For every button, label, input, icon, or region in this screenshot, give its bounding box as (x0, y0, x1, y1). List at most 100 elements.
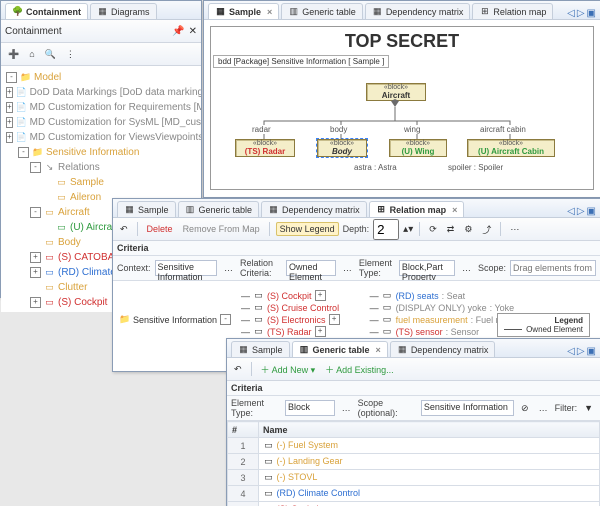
close-icon[interactable]: × (267, 7, 272, 17)
nav-left-icon[interactable]: ◁ (567, 346, 575, 357)
toggle-icon[interactable]: - (6, 72, 17, 83)
toggle-icon[interactable]: + (30, 252, 41, 263)
close-icon[interactable]: × (452, 205, 457, 215)
map-root[interactable]: 📁Sensitive Information- (119, 314, 231, 325)
clear-button[interactable]: ⊘ (518, 402, 532, 415)
map-node[interactable]: — ▭(S) Electronics + (241, 314, 340, 325)
scope-input[interactable]: Sensitive Information (421, 400, 514, 416)
tab-sample[interactable]: ▦Sample (231, 341, 290, 357)
show-legend-button[interactable]: Show Legend (276, 222, 339, 236)
table-row[interactable]: 5▭ (S) Cockpit (228, 502, 600, 506)
toggle-icon[interactable]: + (6, 102, 13, 113)
remove-from-map-button[interactable]: Remove From Map (180, 223, 263, 235)
add-new-button[interactable]: ＋ Add New ▾ (258, 362, 319, 377)
map-node[interactable]: — ▭(RD) seats : Seat (370, 290, 551, 301)
back-icon[interactable]: ↶ (231, 363, 245, 376)
relation-input[interactable]: Owned Element (286, 260, 336, 276)
tab-dependency-matrix[interactable]: ▦Dependency matrix (261, 201, 367, 217)
collapse-icon[interactable]: - (220, 314, 231, 325)
toggle-icon[interactable]: - (18, 147, 29, 158)
tab-sample[interactable]: ▦Sample× (208, 3, 279, 19)
home-icon[interactable]: ⌂ (26, 48, 37, 60)
tab-dependency-matrix[interactable]: ▦Dependency matrix (365, 3, 471, 19)
maximize-icon[interactable]: ▣ (587, 346, 596, 357)
stepper-icon[interactable]: ▴▾ (403, 224, 413, 235)
pin-icon[interactable]: 📌 (172, 26, 184, 37)
close-icon[interactable]: ✕ (189, 26, 197, 37)
nav-left-icon[interactable]: ◁ (567, 206, 575, 217)
toggle-icon[interactable]: + (30, 297, 41, 308)
add-existing-button[interactable]: ＋ Add Existing... (322, 362, 397, 377)
tab-diagrams[interactable]: ▦Diagrams (90, 3, 157, 19)
table-row[interactable]: 1▭ (-) Fuel System (228, 438, 600, 454)
toggle-icon[interactable]: + (6, 132, 13, 143)
delete-button[interactable]: Delete (144, 223, 176, 235)
table-row[interactable]: 4▭ (RD) Climate Control (228, 486, 600, 502)
toggle-icon[interactable]: + (6, 117, 13, 128)
refresh-icon[interactable]: ⟳ (426, 223, 440, 236)
nav-right-icon[interactable]: ▷ (577, 346, 585, 357)
tree-row[interactable]: +📄DoD Data Markings [DoD data markings.m… (3, 85, 199, 100)
map-node[interactable]: — ▭(S) Cruise Control (241, 302, 340, 313)
expand-icon[interactable]: + (315, 290, 326, 301)
filter-icon[interactable]: ▼ (581, 402, 596, 414)
expand-icon[interactable]: + (315, 326, 326, 337)
layout-icon[interactable]: ⇄ (444, 223, 458, 236)
element-type-input[interactable]: Block,Part Property (399, 260, 455, 276)
tree-row[interactable]: +📄MD Customization for ViewsViewpoints [… (3, 130, 199, 145)
diagram-canvas[interactable]: TOP SECRET bdd [Package] Sensitive Infor… (204, 20, 600, 196)
nav-left-icon[interactable]: ◁ (567, 8, 575, 19)
tree-row[interactable]: ▭Sample (3, 175, 199, 190)
nav-right-icon[interactable]: ▷ (577, 206, 585, 217)
nav-right-icon[interactable]: ▷ (577, 8, 585, 19)
map-node[interactable]: — ▭(DISPLAY ONLY) yoke : Yoke (370, 302, 551, 313)
tree-row[interactable]: +📄MD Customization for Requirements [MD_… (3, 100, 199, 115)
tab-relation-map[interactable]: ⊞Relation map× (369, 201, 465, 217)
col-name[interactable]: Name (259, 422, 600, 438)
tab-generic-table[interactable]: ▥Generic table× (292, 341, 388, 357)
map-node[interactable]: — ▭(TS) Radar + (241, 326, 340, 337)
tab-generic-table[interactable]: ▥Generic table (281, 3, 363, 19)
browse-button[interactable]: … (536, 402, 551, 414)
tab-containment[interactable]: 🌳Containment (5, 3, 88, 19)
block-wing[interactable]: «block»(U) Wing (389, 139, 447, 157)
block-radar[interactable]: «block»(TS) Radar (235, 139, 295, 157)
toggle-icon[interactable]: - (30, 162, 41, 173)
back-icon[interactable]: ↶ (117, 223, 131, 236)
scope-input[interactable] (510, 260, 596, 276)
browse-button[interactable]: … (339, 402, 354, 414)
map-node[interactable]: — ▭(S) Cockpit + (241, 290, 340, 301)
toggle-icon[interactable]: + (6, 87, 13, 98)
col-num[interactable]: # (228, 422, 259, 438)
table-row[interactable]: 3▭ (-) STOVL (228, 470, 600, 486)
element-type-input[interactable]: Block (285, 400, 335, 416)
more-icon[interactable]: ⋯ (507, 223, 522, 236)
context-input[interactable]: Sensitive Information (155, 260, 217, 276)
toggle-icon[interactable]: + (30, 267, 41, 278)
maximize-icon[interactable]: ▣ (587, 206, 596, 217)
tree-row[interactable]: -📁Model (3, 70, 199, 85)
browse-button[interactable]: … (340, 262, 355, 274)
tree-row[interactable]: +📄MD Customization for SysML [MD_customi… (3, 115, 199, 130)
block-cabin[interactable]: «block»(U) Aircraft Cabin (467, 139, 555, 157)
expand-icon[interactable]: + (329, 314, 340, 325)
table-row[interactable]: 2▭ (-) Landing Gear (228, 454, 600, 470)
tree-row[interactable]: -📁Sensitive Information (3, 145, 199, 160)
expand-icon[interactable]: ➕ (5, 48, 22, 61)
search-icon[interactable]: 🔍 (42, 48, 59, 61)
tab-dependency-matrix[interactable]: ▦Dependency matrix (390, 341, 496, 357)
browse-button[interactable]: … (459, 262, 474, 274)
options-icon[interactable]: ⋮ (63, 48, 78, 61)
settings-icon[interactable]: ⚙ (461, 223, 475, 236)
maximize-icon[interactable]: ▣ (587, 8, 596, 19)
block-aircraft[interactable]: «block»Aircraft (366, 83, 426, 101)
table-scroll[interactable]: #Name 1▭ (-) Fuel System2▭ (-) Landing G… (227, 421, 600, 506)
toggle-icon[interactable]: - (30, 207, 41, 218)
block-body[interactable]: «block»Body (317, 139, 367, 157)
export-icon[interactable]: ⤴ (479, 222, 494, 237)
tab-relation-map[interactable]: ⊞Relation map (472, 3, 553, 19)
browse-button[interactable]: … (221, 262, 236, 274)
close-icon[interactable]: × (376, 345, 381, 355)
generic-table[interactable]: #Name 1▭ (-) Fuel System2▭ (-) Landing G… (227, 421, 600, 506)
tab-sample[interactable]: ▦Sample (117, 201, 176, 217)
